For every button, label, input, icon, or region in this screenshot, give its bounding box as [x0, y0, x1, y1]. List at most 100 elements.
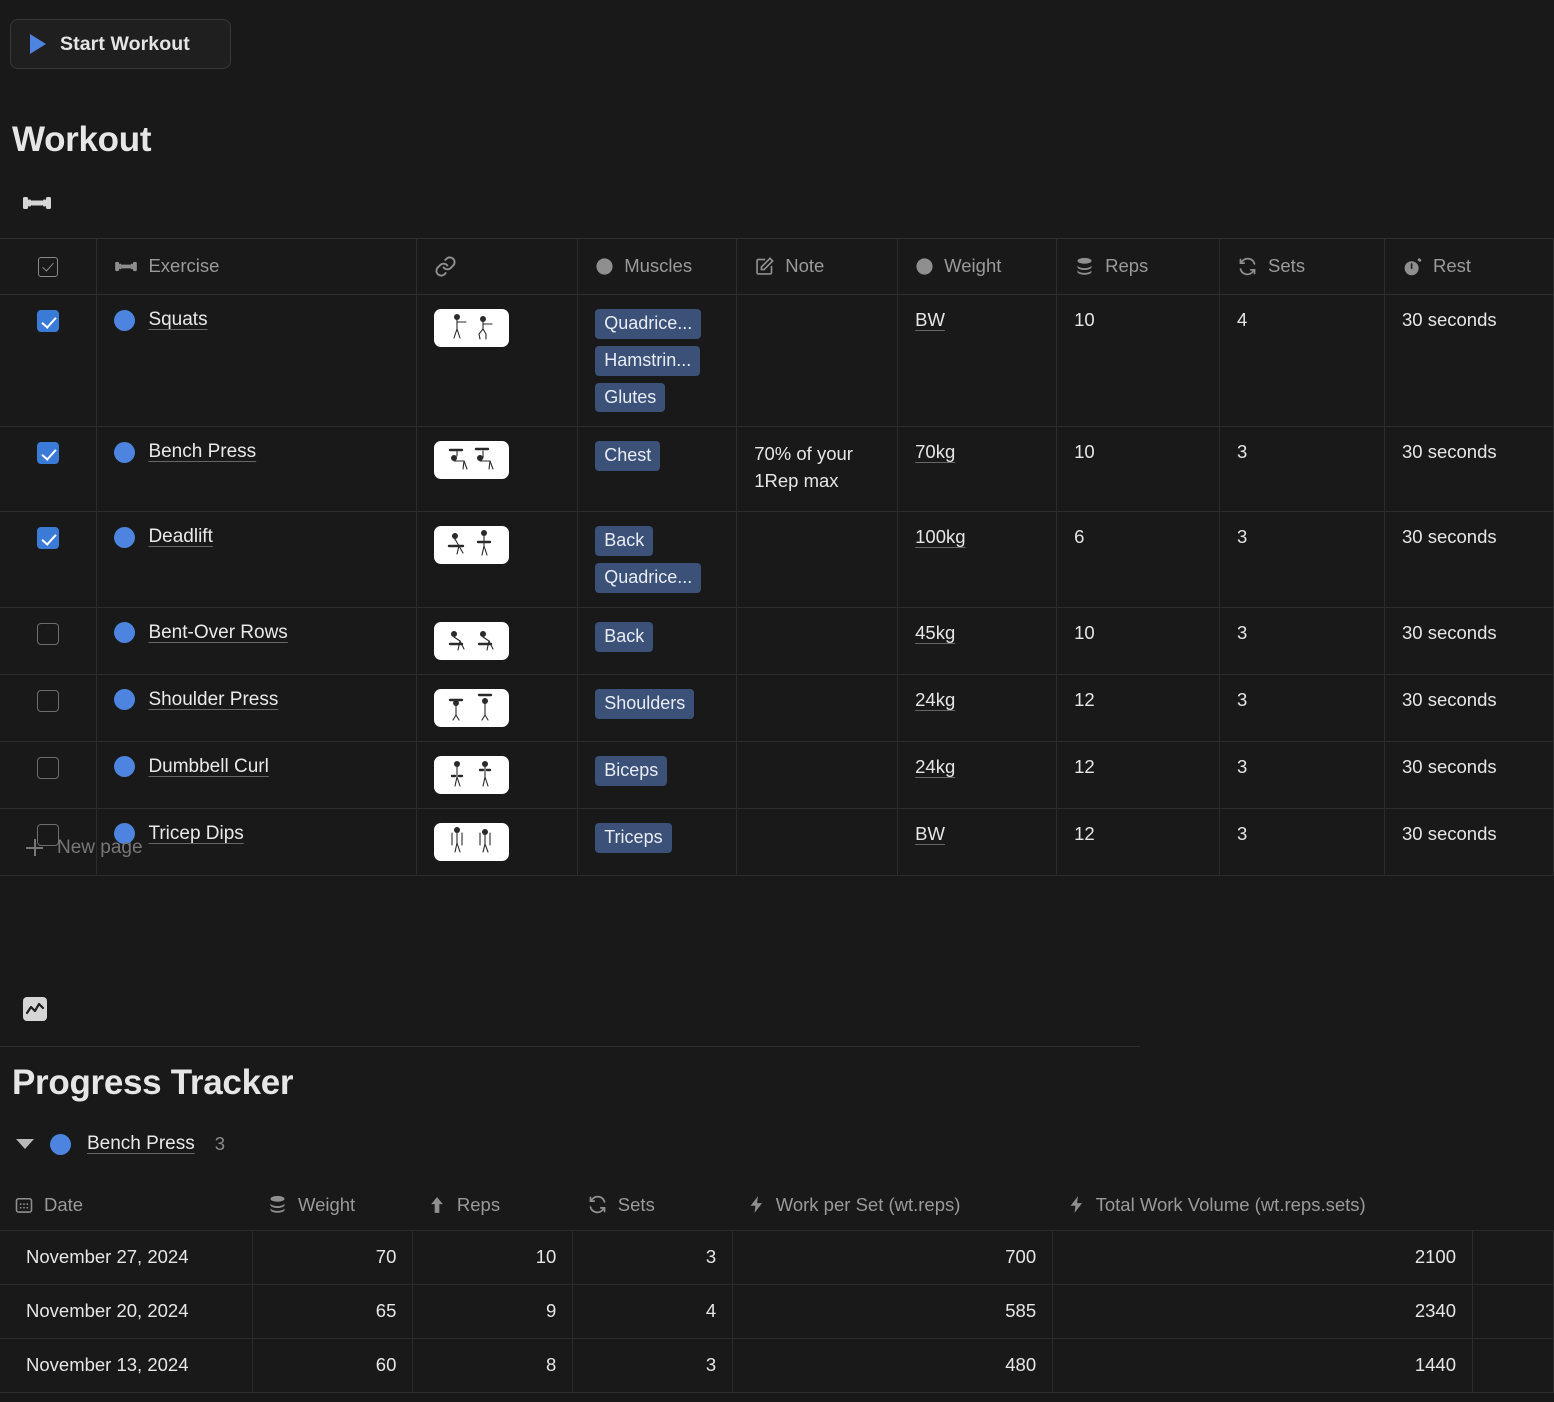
row-checkbox[interactable]: [37, 310, 60, 333]
column-header-link[interactable]: [416, 238, 579, 295]
reps-cell[interactable]: 12: [1056, 740, 1221, 809]
chevron-down-icon[interactable]: [16, 1139, 34, 1149]
muscles-cell[interactable]: Chest: [577, 426, 738, 513]
weight-cell[interactable]: 24kg: [897, 673, 1058, 742]
sets-cell[interactable]: 3: [1219, 426, 1385, 513]
sets-cell[interactable]: 3: [1219, 673, 1385, 742]
column-header-exercise[interactable]: Exercise: [96, 238, 418, 295]
rest-cell[interactable]: 30 seconds: [1384, 740, 1554, 809]
note-cell[interactable]: [736, 740, 899, 809]
sets-cell[interactable]: 3: [1219, 740, 1385, 809]
muscles-cell[interactable]: Shoulders: [577, 673, 738, 742]
progress-column-header-weight[interactable]: Weight: [253, 1180, 413, 1230]
exercise-name-cell[interactable]: Squats: [96, 293, 418, 428]
weight-value[interactable]: 45kg: [915, 622, 955, 643]
exercise-name-cell[interactable]: Bent-Over Rows: [96, 606, 418, 675]
progress-column-header-reps[interactable]: Reps: [413, 1180, 573, 1230]
exercise-name[interactable]: Bent-Over Rows: [148, 622, 287, 644]
exercise-name[interactable]: Dumbbell Curl: [148, 756, 268, 778]
muscle-tag[interactable]: Back: [595, 621, 654, 652]
row-checkbox[interactable]: [37, 756, 60, 779]
muscle-tag[interactable]: Chest: [595, 441, 661, 471]
table-row[interactable]: Bench Press Chest 70% of your 1Rep max 70kg…: [0, 426, 1554, 513]
table-row[interactable]: Squats Quadrice... Hamstrin... Glutes BW 10 4 3…: [0, 293, 1554, 428]
column-header-muscles[interactable]: Muscles: [577, 238, 738, 295]
exercise-thumbnail-cell[interactable]: [416, 606, 579, 675]
exercise-thumbnail-cell[interactable]: [416, 740, 579, 809]
muscles-cell[interactable]: Back: [577, 606, 738, 675]
reps-cell[interactable]: 10: [1056, 293, 1221, 428]
progress-column-header-sets[interactable]: Sets: [573, 1180, 733, 1230]
reps-cell[interactable]: 10: [1056, 606, 1221, 675]
exercise-name[interactable]: Bench Press: [148, 441, 256, 463]
rest-cell[interactable]: 30 seconds: [1384, 511, 1554, 608]
rest-cell[interactable]: 30 seconds: [1384, 606, 1554, 675]
rest-cell[interactable]: 30 seconds: [1384, 426, 1554, 513]
row-checkbox[interactable]: [37, 442, 60, 465]
progress-date-cell[interactable]: November 27, 2024: [0, 1229, 254, 1285]
exercise-name-cell[interactable]: Shoulder Press: [96, 673, 418, 742]
weight-value[interactable]: 24kg: [915, 689, 955, 710]
progress-weight-cell[interactable]: 65: [252, 1283, 414, 1339]
table-row[interactable]: November 13, 2024 60 8 3 480 1440: [0, 1337, 1554, 1393]
column-header-rest[interactable]: Rest: [1384, 238, 1554, 295]
exercise-name[interactable]: Deadlift: [148, 526, 212, 548]
progress-work-per-set-cell[interactable]: 585: [732, 1283, 1054, 1339]
progress-reps-cell[interactable]: 8: [412, 1337, 574, 1393]
row-checkbox-cell[interactable]: [0, 426, 98, 513]
progress-column-header-date[interactable]: Date: [0, 1180, 253, 1230]
progress-reps-cell[interactable]: 9: [412, 1283, 574, 1339]
exercise-name[interactable]: Squats: [148, 309, 207, 331]
progress-sets-cell[interactable]: 4: [572, 1283, 734, 1339]
note-cell[interactable]: [736, 293, 899, 428]
exercise-thumbnail-cell[interactable]: [416, 426, 579, 513]
start-workout-button[interactable]: Start Workout: [10, 19, 231, 69]
muscles-cell[interactable]: Back Quadrice...: [577, 511, 738, 608]
exercise-thumbnail-cell[interactable]: [416, 293, 579, 428]
muscle-tag[interactable]: Shoulders: [595, 688, 695, 719]
note-cell[interactable]: [736, 673, 899, 742]
weight-cell[interactable]: 45kg: [897, 606, 1058, 675]
table-row[interactable]: Deadlift Back Quadrice... 100kg 6 3 30 seconds: [0, 511, 1554, 608]
row-checkbox-cell[interactable]: [0, 511, 98, 608]
muscle-tag[interactable]: Quadrice...: [595, 563, 702, 593]
row-checkbox-cell[interactable]: [0, 606, 98, 675]
muscles-cell[interactable]: Biceps: [577, 740, 738, 809]
progress-sets-cell[interactable]: 3: [572, 1337, 734, 1393]
row-checkbox-cell[interactable]: [0, 293, 98, 428]
progress-group-header[interactable]: Bench Press 3: [16, 1133, 225, 1155]
sets-cell[interactable]: 3: [1219, 606, 1385, 675]
rest-cell[interactable]: 30 seconds: [1384, 673, 1554, 742]
weight-cell[interactable]: 24kg: [897, 740, 1058, 809]
row-checkbox-cell[interactable]: [0, 740, 98, 809]
weight-value[interactable]: BW: [915, 309, 945, 330]
progress-weight-cell[interactable]: 60: [252, 1337, 414, 1393]
row-checkbox-cell[interactable]: [0, 673, 98, 742]
exercise-name-cell[interactable]: Bench Press: [96, 426, 418, 513]
progress-column-header-total-work-volume[interactable]: Total Work Volume (wt.reps.sets): [1053, 1180, 1473, 1230]
progress-total-work-volume-cell[interactable]: 1440: [1052, 1337, 1474, 1393]
exercise-name-cell[interactable]: Dumbbell Curl: [96, 740, 418, 809]
weight-value[interactable]: 70kg: [915, 441, 955, 462]
column-header-note[interactable]: Note: [736, 238, 899, 295]
progress-date-cell[interactable]: November 13, 2024: [0, 1337, 254, 1393]
progress-total-work-volume-cell[interactable]: 2100: [1052, 1229, 1474, 1285]
muscle-tag[interactable]: Hamstrin...: [595, 345, 701, 376]
muscle-tag[interactable]: Biceps: [595, 755, 668, 786]
muscle-tag[interactable]: Glutes: [595, 382, 666, 413]
reps-cell[interactable]: 6: [1056, 511, 1221, 608]
progress-total-work-volume-cell[interactable]: 2340: [1052, 1283, 1474, 1339]
table-row[interactable]: November 20, 2024 65 9 4 585 2340: [0, 1283, 1554, 1339]
note-cell[interactable]: [736, 606, 899, 675]
table-row[interactable]: Bent-Over Rows Back 45kg 10 3 30 seconds: [0, 606, 1554, 675]
column-header-reps[interactable]: Reps: [1056, 238, 1221, 295]
sets-cell[interactable]: 4: [1219, 293, 1385, 428]
progress-weight-cell[interactable]: 70: [252, 1229, 414, 1285]
exercise-thumbnail-cell[interactable]: [416, 511, 579, 608]
progress-work-per-set-cell[interactable]: 700: [732, 1229, 1054, 1285]
reps-cell[interactable]: 12: [1056, 673, 1221, 742]
column-header-sets[interactable]: Sets: [1219, 238, 1385, 295]
row-checkbox[interactable]: [37, 527, 60, 550]
exercise-thumbnail-cell[interactable]: [416, 673, 579, 742]
progress-sets-cell[interactable]: 3: [572, 1229, 734, 1285]
